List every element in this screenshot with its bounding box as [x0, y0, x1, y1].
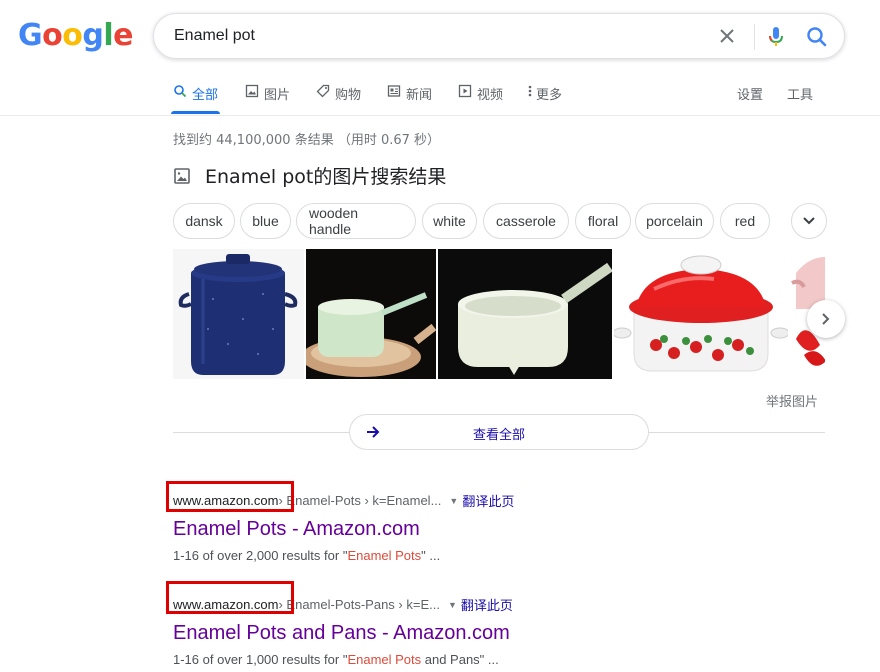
microphone-icon — [769, 27, 783, 46]
chip-dansk[interactable]: dansk — [173, 203, 235, 239]
chip-casserole[interactable]: casserole — [483, 203, 569, 239]
chip-white[interactable]: white — [422, 203, 477, 239]
translate-link[interactable]: 翻译此页 — [462, 491, 514, 510]
search-divider — [754, 24, 755, 50]
clear-search-button[interactable] — [715, 24, 739, 48]
tab-label: 新闻 — [406, 88, 433, 103]
image-carousel — [173, 249, 825, 379]
tab-label: 全部 — [192, 88, 219, 103]
tools-link[interactable]: 工具 — [787, 82, 813, 114]
tab-label: 视频 — [477, 88, 504, 103]
image-results-heading[interactable]: Enamel pot的图片搜索结果 — [173, 162, 446, 189]
chip-red[interactable]: red — [720, 203, 770, 239]
more-vertical-icon — [528, 85, 532, 97]
image-thumbnail[interactable] — [173, 249, 304, 379]
snippet-text: 1-16 of over 2,000 results for " — [173, 548, 348, 563]
result-snippet: 1-16 of over 2,000 results for "Enamel P… — [173, 548, 853, 563]
chip-blue[interactable]: blue — [240, 203, 291, 239]
search-icon — [174, 85, 187, 98]
result-stats: 找到约 44,100,000 条结果 （用时 0.67 秒） — [173, 133, 441, 148]
tab-label: 图片 — [264, 88, 291, 103]
green-enamel-pans-image — [306, 249, 436, 379]
report-images-link[interactable]: 举报图片 — [766, 391, 818, 410]
chip-floral[interactable]: floral — [575, 203, 631, 239]
caret-down-icon[interactable]: ▼ — [449, 496, 458, 506]
logo-letter: o — [42, 18, 63, 53]
chip-porcelain[interactable]: porcelain — [635, 203, 714, 239]
snippet-highlight: Enamel Pots — [347, 652, 422, 667]
result-path: › Enamel-Pots › k=Enamel... — [278, 493, 442, 508]
logo-letter: e — [113, 18, 134, 53]
tab-news[interactable]: 新闻 — [387, 82, 432, 114]
image-results-title: Enamel pot的图片搜索结果 — [205, 166, 447, 188]
header-divider — [0, 115, 880, 116]
tab-all[interactable]: 全部 — [170, 82, 221, 114]
video-icon — [458, 84, 472, 98]
chip-wooden-handle[interactable]: wooden handle — [296, 203, 416, 239]
snippet-text: and Pans" ... — [421, 652, 499, 667]
tools-label: 工具 — [787, 88, 814, 103]
translate-link[interactable]: 翻译此页 — [461, 595, 513, 614]
settings-label: 设置 — [737, 88, 764, 103]
settings-link[interactable]: 设置 — [737, 82, 763, 114]
chevron-down-icon — [803, 217, 815, 225]
red-floral-casserole-image — [614, 249, 788, 379]
blue-stock-pot-image — [173, 249, 304, 379]
result-path: › Enamel-Pots-Pans › k=E... — [278, 597, 440, 612]
carousel-next-button[interactable] — [807, 300, 845, 338]
voice-search-button[interactable] — [764, 24, 788, 50]
caret-down-icon[interactable]: ▼ — [448, 600, 457, 610]
google-logo[interactable]: Google — [18, 18, 134, 53]
view-all-label: 查看全部 — [472, 428, 525, 443]
image-icon — [245, 84, 259, 98]
snippet-text: 1-16 of over 1,000 results for " — [173, 652, 348, 667]
tab-label: 购物 — [335, 88, 362, 103]
highlight-box — [166, 481, 294, 512]
search-input[interactable]: Enamel pot — [174, 27, 255, 45]
tab-more[interactable]: 更多 — [527, 82, 562, 114]
chevron-right-icon — [822, 313, 830, 325]
search-box[interactable]: Enamel pot — [153, 13, 845, 59]
result-snippet: 1-16 of over 1,000 results for "Enamel P… — [173, 652, 853, 667]
news-icon — [387, 85, 401, 97]
tag-icon — [316, 84, 330, 98]
logo-letter: l — [103, 18, 114, 53]
result-title[interactable]: Enamel Pots and Pans - Amazon.com — [173, 620, 853, 646]
snippet-highlight: Enamel Pots — [347, 548, 422, 563]
logo-letter: g — [82, 18, 104, 53]
tab-shopping[interactable]: 购物 — [316, 82, 361, 114]
tab-images[interactable]: 图片 — [245, 82, 290, 114]
close-icon — [720, 29, 734, 43]
image-thumbnail[interactable] — [438, 249, 612, 379]
image-thumbnail[interactable] — [306, 249, 436, 379]
tab-label: 更多 — [536, 88, 563, 103]
search-tabs: 全部 图片 购物 新闻 视频 更多 设置 工具 — [165, 82, 865, 114]
logo-letter: G — [18, 18, 43, 53]
result-title[interactable]: Enamel Pots - Amazon.com — [173, 516, 853, 542]
chips-expand-button[interactable] — [791, 203, 827, 239]
tab-videos[interactable]: 视频 — [458, 82, 503, 114]
search-button[interactable] — [804, 24, 830, 50]
view-all-button[interactable]: 查看全部 — [349, 414, 649, 450]
image-thumbnail[interactable] — [614, 249, 788, 379]
white-saucepan-image — [438, 249, 612, 379]
image-icon — [174, 167, 190, 184]
search-icon — [807, 27, 827, 47]
snippet-text: " ... — [421, 548, 441, 563]
highlight-box — [166, 581, 294, 614]
logo-letter: o — [62, 18, 83, 53]
